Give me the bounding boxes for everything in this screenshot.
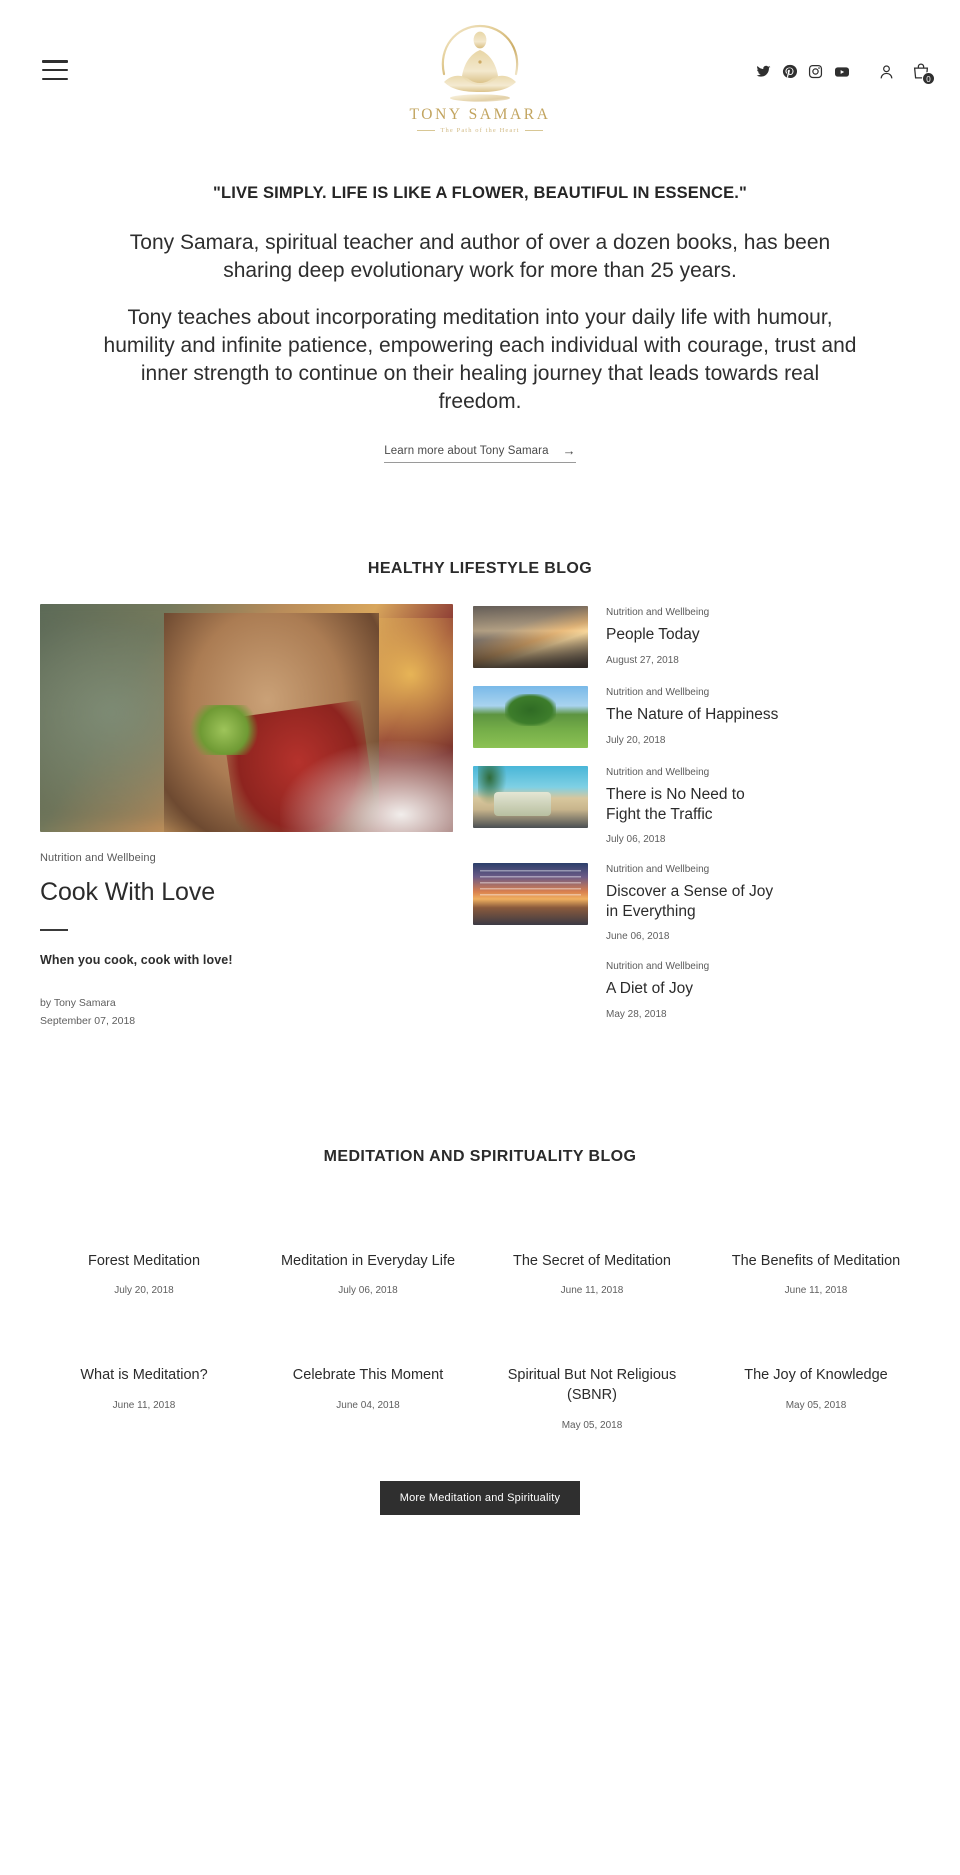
- article-category[interactable]: Nutrition and Wellbeing: [606, 687, 778, 698]
- list-item: Spiritual But Not Religious (SBNR) May 0…: [480, 1366, 704, 1430]
- healthy-lifestyle-blog-section: HEALTHY LIFESTYLE BLOG Nutrition and Wel…: [0, 560, 960, 1038]
- article-thumbnail[interactable]: [473, 606, 588, 669]
- meditation-article-date: June 11, 2018: [784, 1285, 848, 1297]
- meditation-article-date: June 11, 2018: [112, 1400, 176, 1412]
- pinterest-icon[interactable]: [782, 64, 797, 79]
- lifestyle-article-list: Nutrition and Wellbeing People Today Aug…: [473, 604, 900, 1038]
- article-date: July 20, 2018: [606, 734, 666, 746]
- more-meditation-button[interactable]: More Meditation and Spirituality: [379, 1480, 581, 1515]
- menu-icon-bar: [42, 60, 68, 63]
- article-category[interactable]: Nutrition and Wellbeing: [606, 607, 709, 618]
- article-date: June 06, 2018: [606, 931, 670, 943]
- featured-article-author: by Tony Samara: [40, 997, 116, 1010]
- meditation-article-date: May 05, 2018: [561, 1419, 623, 1431]
- twitter-icon[interactable]: [756, 64, 771, 79]
- meditation-article-title[interactable]: Forest Meditation: [44, 1252, 244, 1272]
- meditation-grid: Forest Meditation July 20, 2018 Meditati…: [0, 1252, 960, 1431]
- site-logo[interactable]: TONY SAMARA The Path of the Heart: [400, 12, 560, 134]
- hero-section: "LIVE SIMPLY. LIFE IS LIKE A FLOWER, BEA…: [0, 150, 960, 464]
- list-item: The Secret of Meditation June 11, 2018: [480, 1252, 704, 1297]
- hero-paragraph-2: Tony teaches about incorporating meditat…: [103, 306, 857, 413]
- featured-article-category[interactable]: Nutrition and Wellbeing: [40, 852, 453, 864]
- meditation-article-title[interactable]: The Benefits of Meditation: [716, 1252, 916, 1272]
- logo-title: TONY SAMARA: [409, 106, 551, 123]
- meditation-article-title[interactable]: Celebrate This Moment: [268, 1366, 468, 1386]
- featured-article-excerpt: When you cook, cook with love!: [40, 953, 233, 968]
- logo-tagline-text: The Path of the Heart: [440, 127, 520, 134]
- list-item: What is Meditation? June 11, 2018: [32, 1366, 256, 1430]
- instagram-icon[interactable]: [808, 64, 823, 79]
- article-body: Nutrition and Wellbeing The Nature of Ha…: [606, 686, 778, 746]
- menu-icon-bar: [42, 77, 68, 80]
- image-layer: [279, 741, 453, 833]
- learn-more-link[interactable]: Learn more about Tony Samara →: [384, 443, 576, 464]
- meditation-article-date: July 20, 2018: [114, 1285, 174, 1297]
- article-date: July 06, 2018: [606, 834, 666, 846]
- meditation-blog-section: MEDITATION AND SPIRITUALITY BLOG Forest …: [0, 1148, 960, 1555]
- image-layer: [188, 704, 259, 755]
- article-title[interactable]: There is No Need to Fight the Traffic: [606, 785, 781, 824]
- meditation-article-title[interactable]: The Secret of Meditation: [492, 1252, 692, 1272]
- youtube-icon[interactable]: [834, 64, 850, 80]
- article-category[interactable]: Nutrition and Wellbeing: [606, 864, 781, 875]
- list-item: Nutrition and Wellbeing Discover a Sense…: [473, 863, 900, 942]
- article-category[interactable]: Nutrition and Wellbeing: [606, 961, 709, 972]
- meditation-article-date: June 11, 2018: [560, 1285, 624, 1297]
- meditation-article-title[interactable]: Meditation in Everyday Life: [268, 1252, 468, 1272]
- article-title[interactable]: People Today: [606, 625, 709, 645]
- meditation-article-title[interactable]: What is Meditation?: [44, 1366, 244, 1386]
- article-thumbnail[interactable]: [473, 863, 588, 926]
- featured-article-date: September 07, 2018: [40, 1015, 136, 1028]
- article-date: May 28, 2018: [606, 1008, 667, 1020]
- list-item: The Joy of Knowledge May 05, 2018: [704, 1366, 928, 1430]
- article-body: Nutrition and Wellbeing There is No Need…: [606, 766, 781, 845]
- meditation-section-title: MEDITATION AND SPIRITUALITY BLOG: [323, 1147, 637, 1165]
- meditation-article-title[interactable]: Spiritual But Not Religious (SBNR): [492, 1366, 692, 1405]
- logo-tagline: The Path of the Heart: [400, 127, 560, 134]
- meditation-article-title[interactable]: The Joy of Knowledge: [716, 1366, 916, 1386]
- divider: [40, 929, 68, 932]
- featured-article-title[interactable]: Cook With Love: [40, 878, 453, 907]
- article-body: Nutrition and Wellbeing Discover a Sense…: [606, 863, 781, 942]
- article-category[interactable]: Nutrition and Wellbeing: [606, 767, 781, 778]
- list-item: Nutrition and Wellbeing There is No Need…: [473, 766, 900, 845]
- featured-article: Nutrition and Wellbeing Cook With Love W…: [40, 604, 453, 1038]
- list-item: Nutrition and Wellbeing The Nature of Ha…: [473, 686, 900, 749]
- menu-icon-bar: [42, 68, 68, 72]
- article-body: Nutrition and Wellbeing A Diet of Joy Ma…: [606, 960, 709, 1020]
- cart-button[interactable]: 0: [912, 62, 935, 85]
- article-thumbnail[interactable]: [473, 686, 588, 749]
- hero-paragraph-1: Tony Samara, spiritual teacher and autho…: [129, 231, 831, 282]
- menu-icon[interactable]: [42, 60, 68, 80]
- article-date: August 27, 2018: [606, 654, 679, 666]
- article-title[interactable]: A Diet of Joy: [606, 979, 709, 999]
- list-item: Nutrition and Wellbeing People Today Aug…: [473, 606, 900, 669]
- meditation-cta-wrapper: More Meditation and Spirituality: [0, 1480, 960, 1555]
- account-icon[interactable]: [878, 63, 895, 81]
- article-thumbnail[interactable]: [473, 766, 588, 829]
- meditation-article-date: May 05, 2018: [785, 1400, 847, 1412]
- meditation-article-date: June 04, 2018: [336, 1400, 400, 1412]
- list-item: Forest Meditation July 20, 2018: [32, 1252, 256, 1297]
- list-item: Meditation in Everyday Life July 06, 201…: [256, 1252, 480, 1297]
- social-links: [756, 64, 850, 80]
- article-title[interactable]: The Nature of Happiness: [606, 705, 778, 725]
- list-item: The Benefits of Meditation June 11, 2018: [704, 1252, 928, 1297]
- meditating-figure-logo-icon: [441, 24, 519, 102]
- list-item: Nutrition and Wellbeing A Diet of Joy Ma…: [606, 960, 900, 1020]
- header-actions: 0: [756, 62, 935, 85]
- lifestyle-section-title: HEALTHY LIFESTYLE BLOG: [367, 560, 593, 578]
- lifestyle-grid: Nutrition and Wellbeing Cook With Love W…: [0, 604, 960, 1038]
- cart-count-badge: 0: [922, 72, 935, 85]
- arrow-right-icon: →: [562, 443, 576, 459]
- list-item: Celebrate This Moment June 04, 2018: [256, 1366, 480, 1430]
- learn-more-label: Learn more about Tony Samara: [384, 445, 549, 458]
- article-body: Nutrition and Wellbeing People Today Aug…: [606, 606, 709, 666]
- featured-article-image[interactable]: [40, 604, 453, 833]
- article-title[interactable]: Discover a Sense of Joy in Everything: [606, 882, 781, 921]
- hero-quote: "LIVE SIMPLY. LIFE IS LIKE A FLOWER, BEA…: [213, 184, 747, 202]
- meditation-article-date: July 06, 2018: [338, 1285, 398, 1297]
- site-header: TONY SAMARA The Path of the Heart 0: [0, 0, 960, 150]
